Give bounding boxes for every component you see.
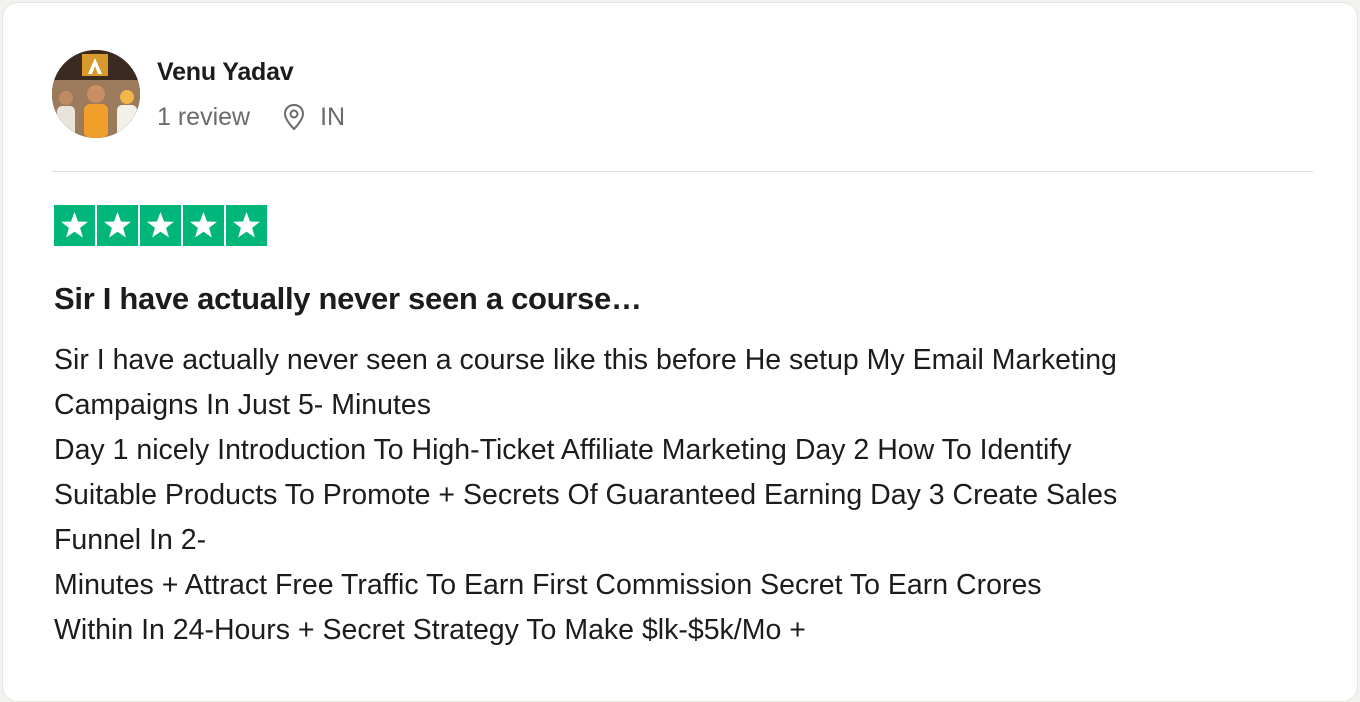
review-body-line: Day 1 nicely Introduction To High-Ticket…	[54, 434, 1072, 466]
star-icon	[226, 205, 267, 246]
review-title[interactable]: Sir I have actually never seen a course…	[54, 281, 642, 317]
review-body-line: Sir I have actually never seen a course …	[54, 344, 1117, 376]
review-card: Venu Yadav 1 review IN Sir I have actual…	[2, 2, 1358, 702]
reviewer-header: Venu Yadav 1 review IN	[52, 50, 1312, 140]
star-icon	[54, 205, 95, 246]
star-rating	[54, 205, 267, 246]
reviewer-name[interactable]: Venu Yadav	[157, 58, 294, 87]
review-body-line: Suitable Products To Promote + Secrets O…	[54, 479, 1118, 511]
reviewer-country: IN	[320, 102, 346, 131]
location-pin-icon	[284, 103, 305, 131]
review-body: Sir I have actually never seen a course …	[54, 338, 1314, 653]
star-icon	[183, 205, 224, 246]
star-icon	[97, 205, 138, 246]
review-body-line: Funnel In 2-	[54, 524, 207, 556]
avatar-photo	[52, 50, 140, 138]
divider	[52, 171, 1313, 172]
reviewer-meta: 1 review IN	[157, 102, 345, 132]
review-count: 1 review	[157, 102, 251, 131]
review-body-line: Campaigns In Just 5- Minutes	[54, 389, 431, 421]
review-body-line: Within In 24-Hours + Secret Strategy To …	[54, 614, 806, 646]
avatar[interactable]	[52, 50, 140, 138]
star-icon	[140, 205, 181, 246]
review-body-line: Minutes + Attract Free Traffic To Earn F…	[54, 569, 1042, 601]
